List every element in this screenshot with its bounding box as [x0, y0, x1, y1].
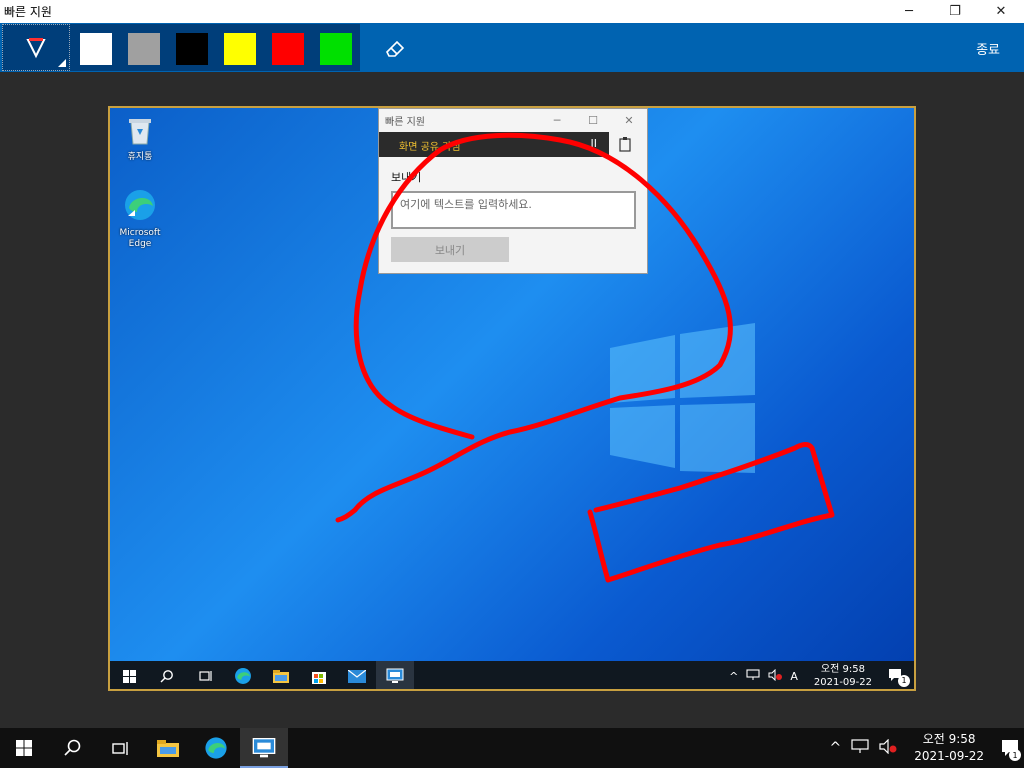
- folder-icon: [157, 740, 179, 757]
- search-icon: [160, 670, 173, 683]
- clipboard-icon[interactable]: [617, 136, 637, 154]
- pen-icon: [26, 37, 46, 58]
- quick-assist-minimize-button[interactable]: ─: [539, 114, 575, 127]
- eraser-icon: [386, 40, 405, 57]
- remote-notification-badge: 1: [898, 674, 910, 687]
- color-black-swatch[interactable]: [176, 33, 208, 65]
- tray-overflow-button[interactable]: ^: [830, 740, 842, 756]
- remote-edge-taskbar-button[interactable]: [224, 661, 262, 689]
- remote-search-button[interactable]: [148, 661, 186, 689]
- notification-center-button[interactable]: 1: [996, 728, 1024, 768]
- windows-start-icon: [16, 740, 32, 756]
- remote-date: 2021-09-22: [813, 677, 872, 688]
- network-icon[interactable]: [746, 668, 760, 684]
- exit-button[interactable]: 종료: [976, 39, 1000, 58]
- notification-badge: 1: [1009, 749, 1021, 761]
- color-yellow-swatch[interactable]: [224, 33, 256, 65]
- remote-clock[interactable]: 오전 9:58 2021-09-22: [814, 663, 872, 689]
- send-section-label: 보내기: [391, 171, 422, 184]
- search-button[interactable]: [48, 728, 96, 768]
- desktop-icon-recycle-bin[interactable]: 휴지통: [110, 114, 170, 163]
- eraser-button[interactable]: [382, 35, 408, 61]
- remote-time: 오전 9:58: [820, 664, 865, 675]
- sharing-status-text: 화면 공유 가짐: [399, 142, 461, 153]
- pen-button[interactable]: [2, 24, 70, 71]
- folder-icon: [273, 670, 289, 683]
- remote-store-button[interactable]: [300, 661, 338, 689]
- remote-start-button[interactable]: [110, 661, 148, 689]
- recycle-bin-icon: [129, 119, 151, 145]
- remote-task-view-button[interactable]: [186, 661, 224, 689]
- color-gray-swatch[interactable]: [128, 33, 160, 65]
- edge-icon: [235, 668, 251, 684]
- time: 오전 9:58: [922, 732, 976, 746]
- desktop-icon-edge[interactable]: Microsoft Edge: [110, 188, 170, 250]
- windows-logo-wallpaper: [610, 323, 755, 473]
- restore-button[interactable]: ❐: [932, 0, 978, 23]
- quick-assist-close-button[interactable]: ✕: [611, 114, 647, 127]
- quick-assist-icon: [252, 738, 276, 758]
- volume-muted-icon[interactable]: [768, 668, 783, 684]
- store-icon: [312, 672, 326, 684]
- annotation-toolbar: 종료: [0, 23, 1024, 72]
- desktop-icon-label: Microsoft Edge: [119, 228, 161, 249]
- remote-notification-button[interactable]: 1: [888, 668, 910, 687]
- network-icon[interactable]: [851, 738, 869, 758]
- mail-icon: [348, 669, 366, 683]
- sharing-status-bar: 화면 공유 가짐 II: [379, 132, 609, 157]
- local-taskbar: ^ 오전 9:58 2021-09-22 1: [0, 728, 1024, 768]
- remote-quick-assist-button[interactable]: [376, 661, 414, 689]
- quick-assist-taskbar-button[interactable]: [240, 728, 288, 768]
- quick-assist-icon: [386, 668, 404, 683]
- quick-assist-title: 빠른 지원: [385, 116, 425, 128]
- window-title: 빠른 지원: [4, 5, 52, 19]
- remote-desktop[interactable]: 휴지통 Microsoft Edge 빠른 지원 ─ ☐ ✕ 화면 공유 가짐 …: [110, 108, 914, 661]
- edge-taskbar-button[interactable]: [192, 728, 240, 768]
- quick-assist-maximize-button[interactable]: ☐: [575, 114, 611, 127]
- window-titlebar: 빠른 지원 ─ ❐ ✕: [0, 0, 1024, 23]
- color-green-swatch[interactable]: [320, 33, 352, 65]
- system-tray: ^ 오전 9:58 2021-09-22 1: [825, 728, 1024, 768]
- clock[interactable]: 오전 9:58 2021-09-22: [914, 731, 984, 765]
- color-white-swatch[interactable]: [80, 33, 112, 65]
- date: 2021-09-22: [914, 749, 984, 763]
- remote-explorer-button[interactable]: [262, 661, 300, 689]
- windows-start-icon: [122, 669, 136, 683]
- task-view-button[interactable]: [96, 728, 144, 768]
- search-icon: [64, 739, 81, 756]
- color-palette: [70, 24, 360, 71]
- message-input[interactable]: 여기에 텍스트를 입력하세요.: [391, 191, 636, 229]
- task-view-icon: [199, 671, 212, 681]
- volume-muted-icon[interactable]: [879, 738, 897, 758]
- close-button[interactable]: ✕: [978, 0, 1024, 23]
- remote-system-tray: ^ A 오전 9:58 2021-09-22 1: [725, 661, 914, 689]
- minimize-button[interactable]: ─: [886, 0, 932, 23]
- edge-icon: [125, 190, 155, 220]
- desktop-icon-label: 휴지통: [127, 152, 153, 162]
- quick-assist-titlebar: 빠른 지원 ─ ☐ ✕: [379, 109, 647, 131]
- color-red-swatch[interactable]: [272, 33, 304, 65]
- pause-button[interactable]: II: [591, 137, 598, 150]
- quick-assist-window: 빠른 지원 ─ ☐ ✕ 화면 공유 가짐 II 보내기 여기에 텍스트를 입력하…: [378, 108, 648, 274]
- remote-taskbar: ^ A 오전 9:58 2021-09-22 1: [110, 661, 914, 689]
- send-button[interactable]: 보내기: [391, 237, 509, 262]
- remote-tray-overflow-button[interactable]: ^: [729, 670, 738, 683]
- edge-icon: [205, 737, 227, 759]
- remote-screen-viewer[interactable]: 휴지통 Microsoft Edge 빠른 지원 ─ ☐ ✕ 화면 공유 가짐 …: [108, 106, 916, 691]
- remote-mail-button[interactable]: [338, 661, 376, 689]
- task-view-icon: [112, 741, 128, 755]
- pen-options-corner: [58, 59, 66, 67]
- start-button[interactable]: [0, 728, 48, 768]
- ime-indicator[interactable]: A: [790, 670, 798, 683]
- file-explorer-button[interactable]: [144, 728, 192, 768]
